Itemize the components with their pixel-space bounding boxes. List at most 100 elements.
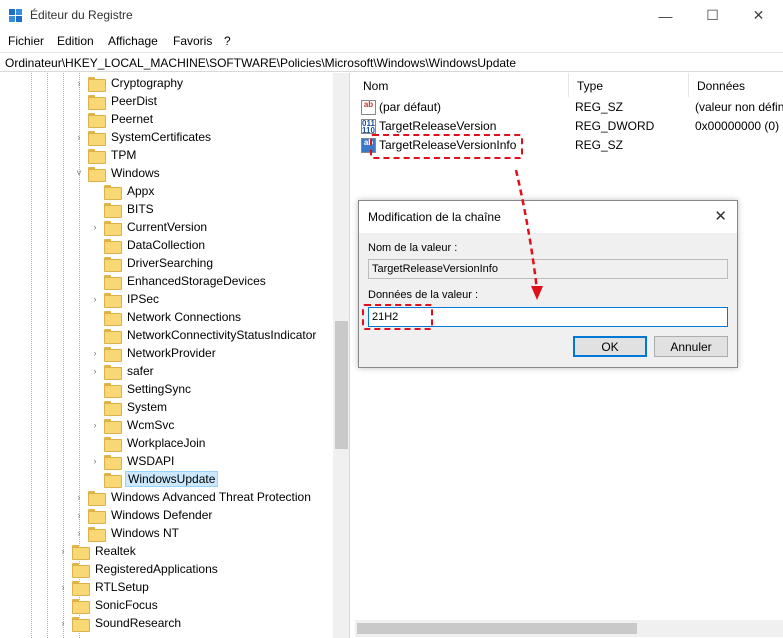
chevron-right-icon[interactable]: ›	[90, 344, 100, 362]
chevron-right-icon[interactable]: ›	[58, 614, 68, 632]
tree-item[interactable]: EnhancedStorageDevices	[90, 272, 268, 290]
menu-help[interactable]: ?	[224, 34, 231, 48]
tree-item-label: System	[127, 400, 168, 414]
tree-item-label: NetworkConnectivityStatusIndicator	[127, 328, 317, 342]
cancel-button[interactable]: Annuler	[654, 336, 728, 357]
chevron-right-icon[interactable]: ›	[58, 578, 68, 596]
column-header-name[interactable]: Nom	[355, 73, 569, 97]
tree-item[interactable]: › Windows Advanced Threat Protection	[74, 488, 313, 506]
tree-item[interactable]: NetworkConnectivityStatusIndicator	[90, 326, 318, 344]
menu-fichier[interactable]: Fichier	[8, 34, 44, 48]
tree-pane[interactable]: › Cryptography PeerDist Peernet › SystemCerti…	[0, 73, 350, 638]
tree-item[interactable]: WindowsUpdate	[90, 470, 219, 488]
column-header-type[interactable]: Type	[569, 73, 689, 97]
folder-icon	[104, 310, 122, 326]
chevron-right-icon[interactable]: ›	[90, 290, 100, 308]
value-name-label: Nom de la valeur :	[368, 242, 458, 254]
tree-item-label: WindowsUpdate	[125, 471, 219, 487]
close-icon: ✕	[752, 7, 765, 23]
tree-item[interactable]: › Realtek	[58, 542, 138, 560]
folder-icon	[104, 238, 122, 254]
value-row-default[interactable]: ab (par défaut) REG_SZ (valeur non défin…	[355, 98, 783, 117]
chevron-right-icon[interactable]: ›	[74, 74, 84, 92]
tree-item[interactable]: System	[90, 398, 169, 416]
tree-item[interactable]: › SystemCertificates	[74, 128, 213, 146]
folder-icon	[72, 580, 90, 596]
tree-item-label: WcmSvc	[127, 418, 175, 432]
tree-guide-line	[47, 73, 48, 638]
chevron-right-icon[interactable]: ›	[90, 452, 100, 470]
value-data-label: Données de la valeur :	[368, 289, 479, 301]
annotation-highlight-value-name	[370, 134, 523, 159]
value-name: TargetReleaseVersion	[379, 119, 497, 133]
tree-item[interactable]: › RTLSetup	[58, 578, 151, 596]
tree-item[interactable]: Peernet	[74, 110, 155, 128]
menu-affichage[interactable]: Affichage	[108, 34, 158, 48]
tree-item-label: Cryptography	[111, 76, 184, 90]
maximize-button[interactable]: ☐	[690, 0, 735, 31]
tree-item[interactable]: › SoundResearch	[58, 614, 183, 632]
values-horizontal-scrollbar[interactable]	[355, 620, 783, 637]
tree-item[interactable]: PeerDist	[74, 92, 159, 110]
tree-item[interactable]: DriverSearching	[90, 254, 215, 272]
tree-item-label: SonicFocus	[95, 598, 158, 612]
tree-item[interactable]: › Windows NT	[74, 524, 181, 542]
tree-item-label: RegisteredApplications	[95, 562, 218, 576]
tree-item[interactable]: Appx	[90, 182, 156, 200]
tree-scrollbar-thumb[interactable]	[335, 321, 348, 449]
tree-item[interactable]: DataCollection	[90, 236, 207, 254]
chevron-right-icon[interactable]: ›	[90, 218, 100, 236]
tree-item[interactable]: › NetworkProvider	[90, 344, 218, 362]
title-bar: Éditeur du Registre — ☐ ✕	[0, 0, 783, 31]
folder-icon	[88, 148, 106, 164]
tree-item[interactable]: WorkplaceJoin	[90, 434, 207, 452]
close-button[interactable]: ✕	[736, 0, 781, 31]
tree-item[interactable]: Network Connections	[90, 308, 243, 326]
tree-item[interactable]: › Windows Defender	[74, 506, 214, 524]
chevron-down-icon[interactable]: ˅	[74, 164, 84, 182]
maximize-icon: ☐	[706, 7, 719, 23]
value-type: REG_SZ	[575, 100, 624, 114]
chevron-right-icon[interactable]: ›	[90, 362, 100, 380]
tree-item[interactable]: TPM	[74, 146, 138, 164]
column-header-data[interactable]: Données	[689, 73, 783, 97]
chevron-right-icon[interactable]: ›	[58, 542, 68, 560]
tree-item-label: TPM	[111, 148, 137, 162]
tree-item[interactable]: › Cryptography	[74, 74, 185, 92]
folder-icon	[72, 598, 90, 614]
address-bar[interactable]: Ordinateur\HKEY_LOCAL_MACHINE\SOFTWARE\P…	[0, 52, 783, 72]
tree-item[interactable]: › WSDAPI	[90, 452, 176, 470]
tree-item[interactable]: ˅ Windows	[74, 164, 162, 182]
ok-button[interactable]: OK	[573, 336, 647, 357]
chevron-right-icon[interactable]: ›	[74, 506, 84, 524]
dialog-close-icon[interactable]: ✕	[714, 207, 727, 225]
menu-favoris[interactable]: Favoris	[173, 34, 212, 48]
menu-edition[interactable]: Edition	[57, 34, 94, 48]
tree-item[interactable]: SonicFocus	[58, 596, 160, 614]
tree-item[interactable]: RegisteredApplications	[58, 560, 220, 578]
values-scrollbar-thumb[interactable]	[357, 623, 637, 634]
tree-item-label: DriverSearching	[127, 256, 214, 270]
folder-icon	[88, 112, 106, 128]
tree-item[interactable]: › IPSec	[90, 290, 161, 308]
tree-item[interactable]: › WcmSvc	[90, 416, 176, 434]
tree-item[interactable]: › CurrentVersion	[90, 218, 209, 236]
folder-icon	[88, 508, 106, 524]
minimize-button[interactable]: —	[643, 0, 688, 31]
tree-item[interactable]: BITS	[90, 200, 156, 218]
chevron-right-icon[interactable]: ›	[90, 416, 100, 434]
chevron-right-icon[interactable]: ›	[74, 524, 84, 542]
tree-item[interactable]: › safer	[90, 362, 156, 380]
tree-item-label: safer	[127, 364, 154, 378]
folder-icon	[104, 346, 122, 362]
tree-scrollbar[interactable]	[333, 73, 349, 638]
folder-icon	[104, 400, 122, 416]
chevron-right-icon[interactable]: ›	[74, 128, 84, 146]
chevron-right-icon[interactable]: ›	[74, 488, 84, 506]
tree-item-label: Peernet	[111, 112, 154, 126]
tree-item[interactable]: SettingSync	[90, 380, 193, 398]
folder-icon	[104, 202, 122, 218]
